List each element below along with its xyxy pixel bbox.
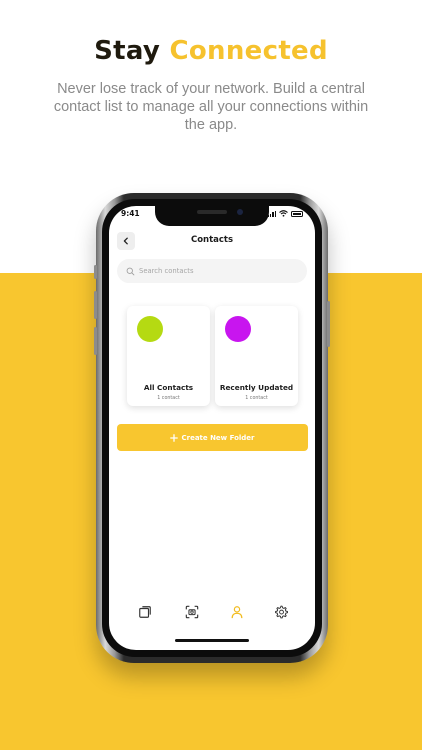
scan-icon: [185, 605, 199, 619]
tab-contacts[interactable]: [227, 602, 247, 622]
search-icon: [126, 267, 135, 275]
folder-card-all-contacts[interactable]: All Contacts 1 contact: [127, 306, 210, 406]
search-input[interactable]: [139, 267, 289, 275]
tab-bar: [109, 602, 315, 624]
folder-name: Recently Updated: [219, 383, 294, 392]
mute-switch: [94, 265, 97, 279]
hero-subtitle: Never lose track of your network. Build …: [53, 81, 369, 133]
hero-title: Stay Connected: [0, 36, 422, 66]
app-screen: 9:41 Contacts Search contacts All Contac…: [109, 206, 315, 650]
folder-color-dot: [137, 316, 163, 342]
hero-title-word-2: Connected: [169, 36, 328, 66]
create-folder-button[interactable]: Create New Folder: [117, 424, 308, 451]
signal-icon: [267, 210, 276, 217]
user-icon: [231, 606, 243, 619]
search-bar[interactable]: [117, 259, 307, 283]
volume-down-button: [94, 327, 97, 355]
front-camera: [237, 209, 243, 215]
hero-title-word-1: Stay: [94, 36, 161, 66]
gear-icon: [275, 605, 288, 619]
power-button: [327, 301, 330, 347]
folder-card-recently-updated[interactable]: Recently Updated 1 contact: [215, 306, 298, 406]
volume-up-button: [94, 291, 97, 319]
tab-settings[interactable]: [271, 602, 291, 622]
folder-color-dot: [225, 316, 251, 342]
wifi-icon: [279, 210, 288, 217]
status-time: 9:41: [121, 209, 140, 218]
home-indicator[interactable]: [175, 639, 249, 642]
folder-name: All Contacts: [143, 383, 194, 392]
folder-count: 1 contact: [157, 396, 180, 401]
screen-title: Contacts: [190, 235, 234, 245]
cards-icon: [139, 606, 151, 618]
tab-cards[interactable]: [135, 602, 155, 622]
folder-count: 1 contact: [245, 396, 268, 401]
create-folder-label: Create New Folder: [181, 433, 255, 442]
notch: [155, 206, 269, 226]
status-icons: [267, 210, 303, 217]
speaker-grille: [197, 210, 227, 214]
battery-icon: [291, 210, 303, 217]
tab-scan[interactable]: [182, 602, 202, 622]
plus-icon: [170, 433, 179, 442]
phone-frame: 9:41 Contacts Search contacts All Contac…: [94, 193, 330, 663]
